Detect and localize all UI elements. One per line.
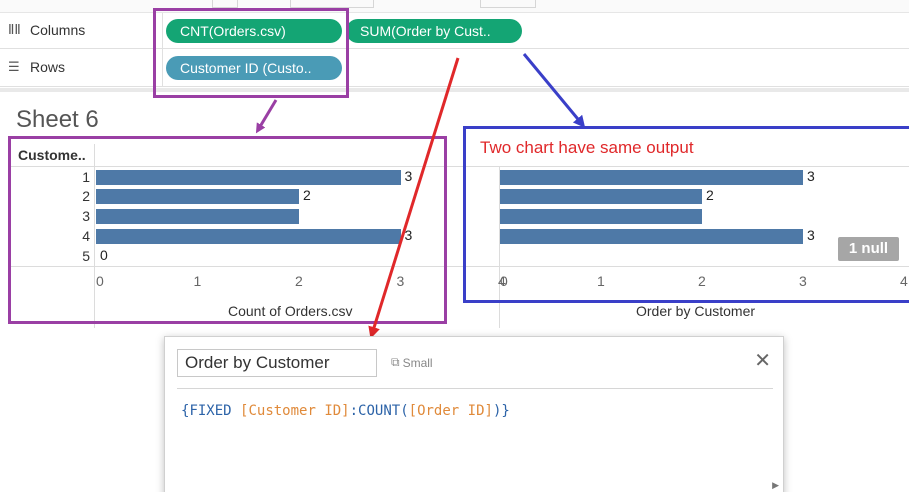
formula-editor[interactable]: {FIXED [Customer ID]:COUNT([Order ID])}	[181, 403, 510, 419]
formula-field: [Customer ID]	[240, 403, 350, 419]
annotation-box-shelf	[153, 8, 349, 98]
dialog-separator	[177, 388, 773, 389]
top-toolbar-strip	[0, 0, 909, 12]
columns-label-text: Columns	[30, 22, 86, 38]
close-icon[interactable]: ✕	[754, 351, 771, 371]
calc-name-input[interactable]: Order by Customer	[177, 349, 377, 377]
columns-icon: ⅡⅡ	[8, 22, 21, 37]
rows-shelf-label: ☰ Rows	[8, 59, 65, 75]
formula-keyword: FIXED	[189, 403, 232, 419]
scroll-arrow-icon[interactable]: ▶	[772, 480, 779, 491]
formula-token: }	[501, 403, 510, 419]
size-toggle[interactable]: ⧉ Small	[391, 355, 433, 370]
toolbar-tab-mark	[480, 0, 536, 8]
formula-field: [Order ID]	[408, 403, 493, 419]
toolbar-tab-mark	[212, 0, 238, 8]
columns-shelf-label: ⅡⅡ Columns	[8, 22, 85, 38]
rows-label-text: Rows	[30, 59, 66, 75]
columns-shelf[interactable]: ⅡⅡ Columns CNT(Orders.csv) SUM(Order by …	[0, 12, 909, 50]
size-label: Small	[402, 355, 433, 370]
formula-token: (	[400, 403, 409, 419]
section-separator	[0, 88, 909, 92]
rows-shelf[interactable]: ☰ Rows Customer ID (Custo..	[0, 50, 909, 87]
formula-function: COUNT	[358, 403, 401, 419]
formula-token: :	[349, 403, 359, 419]
resize-icon: ⧉	[391, 355, 400, 369]
sheet-title: Sheet 6	[16, 106, 99, 133]
calculation-editor-dialog[interactable]: Order by Customer ⧉ Small ✕ {FIXED [Cust…	[164, 336, 784, 492]
annotation-box-left-chart	[8, 136, 447, 324]
pill-sum-order-by-customer[interactable]: SUM(Order by Cust..	[346, 19, 522, 43]
annotation-text: Two chart have same output	[480, 138, 694, 157]
rows-icon: ☰	[8, 59, 20, 74]
axis-title-order-by-customer: Order by Customer	[636, 303, 756, 319]
purple-arrow	[255, 99, 278, 134]
toolbar-tab-mark	[290, 0, 374, 8]
